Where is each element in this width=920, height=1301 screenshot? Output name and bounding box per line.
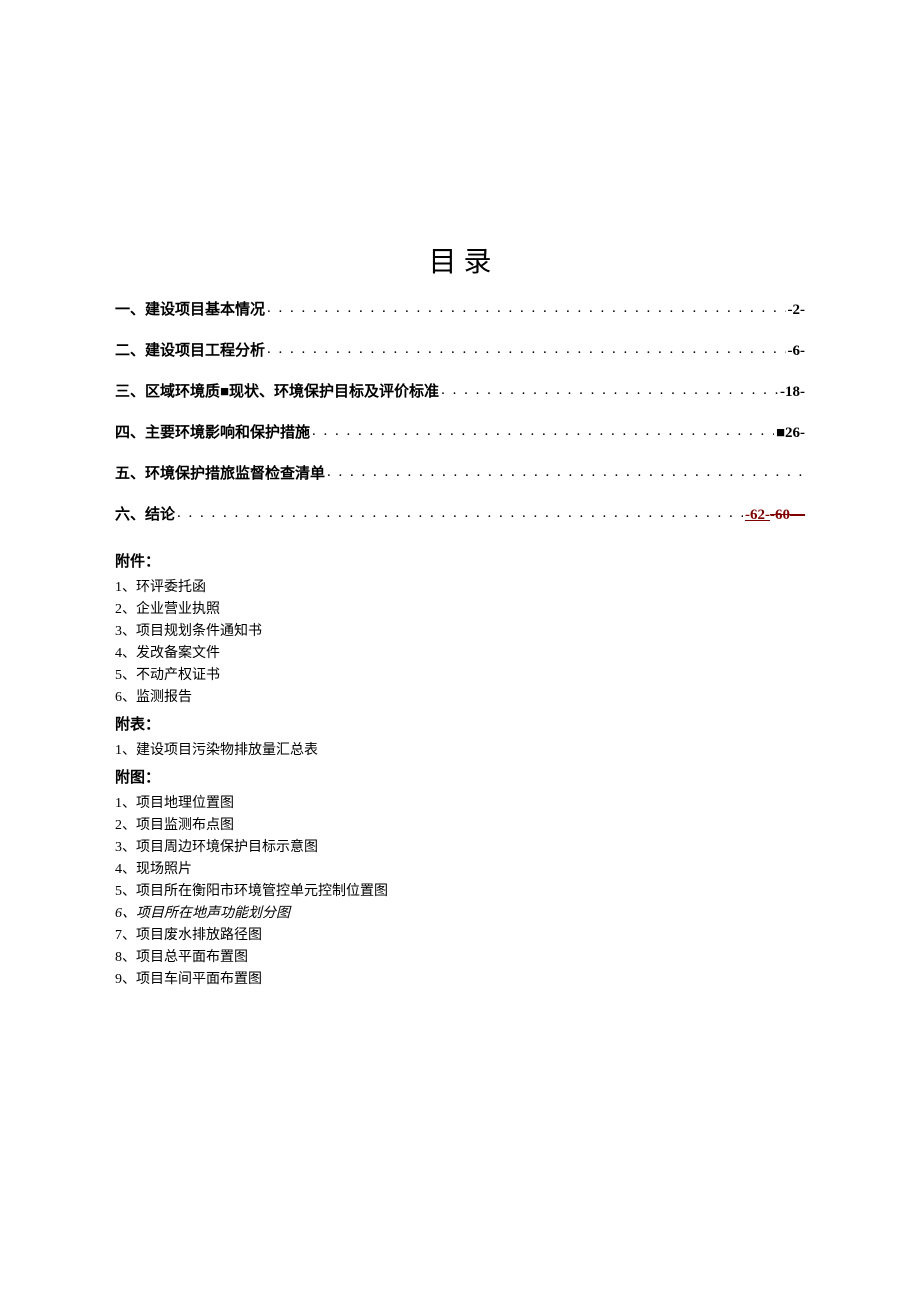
toc-page: -62--60— (745, 507, 805, 524)
toc-title: 目 录 (115, 240, 805, 280)
toc-page: -2- (788, 302, 806, 319)
toc-dots: . . . . . . . . . . . . . . . . . . . . … (312, 423, 774, 440)
toc-dots: . . . . . . . . . . . . . . . . . . . . … (267, 300, 785, 317)
toc-entry-3: 三、区域环境质■现状、环境保护目标及评价标准 . . . . . . . . .… (115, 380, 805, 401)
page-strikethrough: -60— (770, 507, 805, 523)
fujian-item: 1、环评委托函 (115, 577, 805, 599)
page-revised: -62- (745, 507, 770, 523)
document-page: 目 录 一、建设项目基本情况 . . . . . . . . . . . . .… (0, 0, 920, 991)
futu-item: 2、项目监测布点图 (115, 815, 805, 837)
futu-item: 9、项目车间平面布置图 (115, 969, 805, 991)
futu-item: 5、项目所在衡阳市环境管控单元控制位置图 (115, 881, 805, 903)
futu-item: 7、项目废水排放路径图 (115, 925, 805, 947)
toc-dots: . . . . . . . . . . . . . . . . . . . . … (327, 464, 803, 481)
toc-entry-6: 六、结论 . . . . . . . . . . . . . . . . . .… (115, 503, 805, 524)
fujian-item: 2、企业营业执照 (115, 599, 805, 621)
futu-item: 3、项目周边环境保护目标示意图 (115, 837, 805, 859)
toc-dots: . . . . . . . . . . . . . . . . . . . . … (441, 382, 778, 399)
toc-entry-1: 一、建设项目基本情况 . . . . . . . . . . . . . . .… (115, 298, 805, 319)
fujian-item: 5、不动产权证书 (115, 665, 805, 687)
toc-label: 六、结论 (115, 503, 175, 524)
toc-page: -18- (780, 384, 805, 401)
toc-label: 三、区域环境质■现状、环境保护目标及评价标准 (115, 380, 439, 401)
futu-item: 4、现场照片 (115, 859, 805, 881)
toc-page: ■26- (776, 425, 805, 442)
toc-label: 二、建设项目工程分析 (115, 339, 265, 360)
futu-heading: 附图： (115, 766, 805, 787)
toc-label: 一、建设项目基本情况 (115, 298, 265, 319)
toc-page: -6- (788, 343, 806, 360)
futu-item: 8、项目总平面布置图 (115, 947, 805, 969)
toc-label: 五、环境保护措旅监督检查清单 (115, 462, 325, 483)
fubiao-heading: 附表： (115, 713, 805, 734)
fujian-heading: 附件： (115, 550, 805, 571)
futu-item: 6、项目所在地声功能划分图 (115, 903, 805, 925)
fujian-item: 4、发改备案文件 (115, 643, 805, 665)
futu-item: 1、项目地理位置图 (115, 793, 805, 815)
toc-entry-2: 二、建设项目工程分析 . . . . . . . . . . . . . . .… (115, 339, 805, 360)
toc-dots: . . . . . . . . . . . . . . . . . . . . … (267, 341, 785, 358)
toc-entry-4: 四、主要环境影响和保护措施 . . . . . . . . . . . . . … (115, 421, 805, 442)
toc-label: 四、主要环境影响和保护措施 (115, 421, 310, 442)
fujian-item: 6、监测报告 (115, 687, 805, 709)
fubiao-item: 1、建设项目污染物排放量汇总表 (115, 740, 805, 762)
fujian-item: 3、项目规划条件通知书 (115, 621, 805, 643)
toc-entry-5: 五、环境保护措旅监督检查清单 . . . . . . . . . . . . .… (115, 462, 805, 483)
toc-dots: . . . . . . . . . . . . . . . . . . . . … (177, 505, 743, 522)
